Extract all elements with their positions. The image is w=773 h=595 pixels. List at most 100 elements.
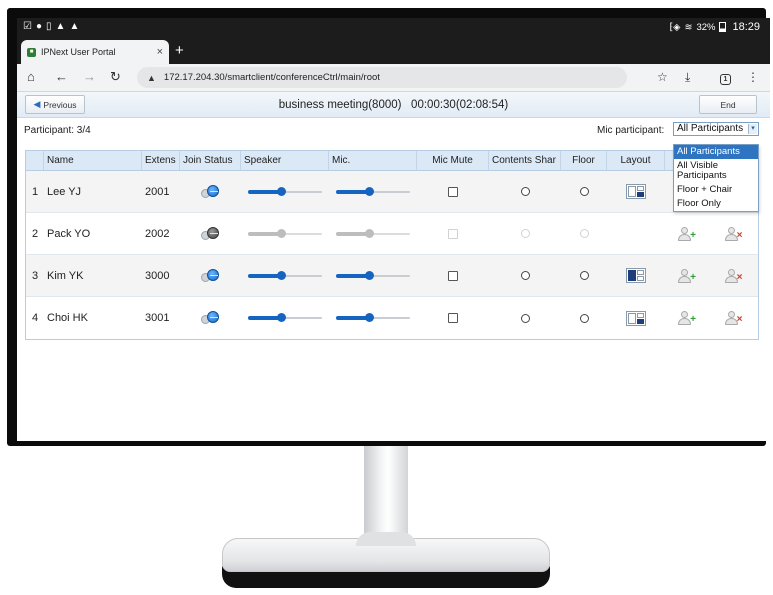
mic-volume-slider[interactable] (336, 313, 410, 323)
add-user-icon[interactable]: + (678, 268, 696, 283)
person-body (678, 233, 691, 241)
option-floor-chair[interactable]: Floor + Chair (674, 183, 758, 197)
address-bar[interactable]: ▲ 172.17.204.30/smartclient/conferenceCt… (137, 67, 627, 88)
tab-ipnext-portal[interactable]: ■ IPNext User Portal × (21, 40, 169, 64)
slider-knob[interactable] (277, 186, 287, 196)
contents-share-cell (489, 213, 561, 255)
floor-radio (579, 229, 589, 238)
globe-front-icon (206, 311, 219, 323)
grid-header: Name Extens Join Status Speaker Mic. Mic… (26, 151, 758, 171)
contents-share-radio (520, 229, 530, 238)
contents-share-radio[interactable] (520, 313, 530, 323)
mic-participant-label: Mic participant: (597, 125, 665, 136)
join-status-globe-icon[interactable] (200, 226, 221, 241)
add-user-icon[interactable]: + (678, 311, 696, 325)
contents-share-radio[interactable] (520, 271, 530, 280)
floor-radio[interactable] (579, 271, 589, 280)
col-speaker[interactable]: Speaker (241, 151, 329, 170)
floor-radio[interactable] (579, 187, 589, 196)
contents-share-cell (489, 297, 561, 339)
mic-volume-slider[interactable] (336, 186, 410, 197)
grid-body: 1 Lee YJ 2001 2 Pack YO 2002 + × 3 Kim YK 3000 + × 4 C… (26, 171, 758, 339)
reload-icon[interactable]: ↻ (110, 69, 121, 85)
speaker-volume-slider (248, 228, 322, 239)
contents-share-radio[interactable] (520, 187, 530, 196)
add-user-icon[interactable]: + (678, 226, 696, 241)
plus-icon: + (690, 314, 696, 325)
option-floor-only[interactable]: Floor Only (674, 197, 758, 211)
mic-mute-checkbox[interactable] (448, 270, 458, 281)
remove-user-icon[interactable]: × (724, 226, 743, 241)
person-head (681, 268, 688, 276)
col-name[interactable]: Name (44, 151, 142, 170)
join-status-cell (180, 297, 241, 339)
new-tab-button[interactable]: + (175, 43, 184, 59)
wifi-icon: ≋ (684, 21, 693, 33)
person-head (727, 226, 735, 234)
android-icon: ● (35, 21, 43, 32)
table-row[interactable]: 3 Kim YK 3000 + × (26, 255, 758, 297)
globe-front-icon (206, 268, 219, 281)
slider-knob[interactable] (365, 270, 375, 280)
mic-mute-checkbox[interactable] (448, 313, 458, 323)
slider-knob[interactable] (365, 313, 375, 322)
mic-volume-slider[interactable] (336, 270, 410, 281)
layout-pane (636, 270, 644, 275)
x-icon: × (736, 314, 743, 325)
slider-knob[interactable] (365, 186, 375, 196)
home-icon[interactable]: ⌂ (27, 69, 35, 85)
join-status-globe-icon[interactable] (200, 184, 221, 199)
battery-percent: 32% (696, 21, 716, 33)
download-icon[interactable]: ⤓ (685, 70, 690, 84)
end-button[interactable]: End (699, 95, 757, 114)
col-mic[interactable]: Mic. (329, 151, 417, 170)
tab-strip: ■ IPNext User Portal × + (17, 36, 770, 64)
table-row[interactable]: 1 Lee YJ 2001 (26, 171, 758, 213)
table-row[interactable]: 4 Choi HK 3001 + × (26, 297, 758, 339)
layout-cell (607, 255, 665, 297)
mic-mute-cell (417, 213, 489, 255)
join-status-globe-icon[interactable] (200, 268, 221, 283)
col-join-status[interactable]: Join Status (180, 151, 241, 170)
tab-switcher-button[interactable]: 1 (720, 70, 731, 85)
join-status-cell (180, 255, 241, 297)
floor-cell (561, 297, 607, 339)
layout-pane (636, 312, 644, 318)
participant-extension: 2002 (145, 227, 170, 240)
join-status-globe-icon[interactable] (200, 311, 221, 325)
slider-fill (336, 189, 370, 194)
speaker-volume-slider[interactable] (248, 186, 322, 197)
col-contents-share[interactable]: Contents Shar (489, 151, 561, 170)
add-cell: + (665, 297, 709, 339)
menu-icon[interactable]: ⋮ (747, 70, 759, 84)
floor-radio[interactable] (579, 313, 589, 323)
back-icon[interactable]: ← (55, 69, 68, 85)
speaker-volume-slider[interactable] (248, 270, 322, 281)
forward-icon[interactable]: → (83, 69, 96, 85)
col-mic-mute[interactable]: Mic Mute (417, 151, 489, 170)
layout-icon[interactable] (626, 184, 646, 199)
slider-knob[interactable] (277, 313, 287, 322)
mic-participant-select[interactable]: All Participants ▾ (673, 122, 759, 136)
slider-knob (365, 228, 375, 238)
slider-knob[interactable] (277, 270, 287, 280)
person-head (681, 311, 688, 318)
speaker-volume-slider[interactable] (248, 313, 322, 323)
mic-mute-checkbox[interactable] (448, 186, 458, 197)
participant-extension: 3000 (145, 269, 170, 282)
col-extension[interactable]: Extens (142, 151, 180, 170)
col-layout[interactable]: Layout (607, 151, 665, 170)
globe-front-icon (206, 184, 219, 197)
option-all-visible-participants[interactable]: All Visible Participants (674, 159, 758, 183)
layout-icon[interactable] (626, 268, 646, 283)
meeting-title: business meeting(8000) 00:00:30(02:08:54… (278, 99, 509, 111)
table-row[interactable]: 2 Pack YO 2002 + × (26, 213, 758, 255)
col-floor[interactable]: Floor (561, 151, 607, 170)
remove-user-icon[interactable]: × (724, 268, 743, 283)
remove-user-icon[interactable]: × (724, 311, 743, 325)
option-all-participants[interactable]: All Participants (674, 145, 758, 159)
layout-icon[interactable] (626, 310, 646, 326)
close-tab-icon[interactable]: × (157, 46, 163, 58)
star-icon[interactable]: ☆ (657, 70, 668, 84)
speaker-cell (241, 213, 329, 255)
